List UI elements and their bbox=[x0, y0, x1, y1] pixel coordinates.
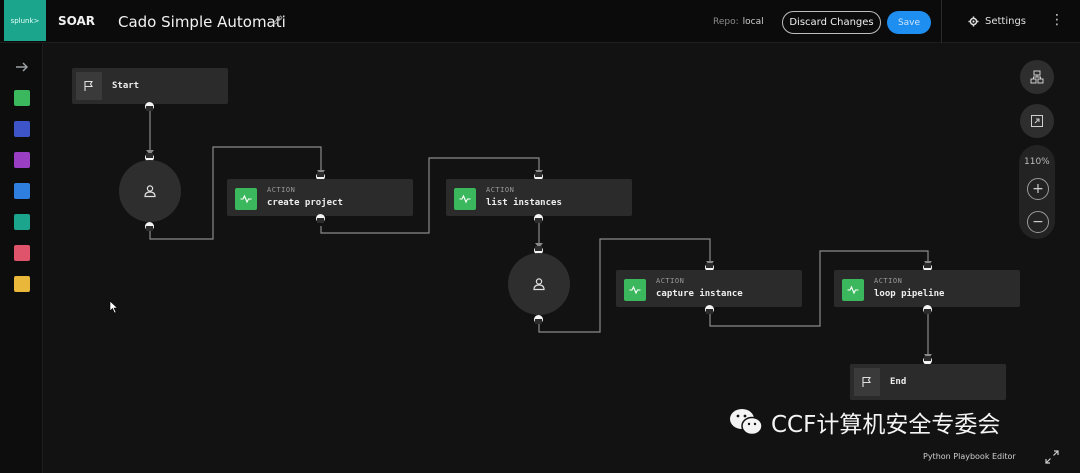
action-tool-icon[interactable] bbox=[14, 90, 30, 106]
start-label: Start bbox=[112, 81, 140, 91]
decision2-output-port[interactable] bbox=[534, 315, 543, 324]
mouse-cursor-icon bbox=[109, 300, 119, 314]
gear-icon bbox=[968, 16, 979, 27]
action-icon bbox=[842, 279, 864, 301]
playbook-title[interactable]: Cado Simple Automati bbox=[118, 13, 286, 31]
action-node-capture-instance[interactable]: ACTION capture instance bbox=[616, 270, 802, 307]
node-type-label: ACTION bbox=[486, 186, 515, 194]
node-type-label: ACTION bbox=[874, 277, 903, 285]
utility-tool-icon[interactable] bbox=[14, 152, 30, 168]
node-label: loop pipeline bbox=[874, 289, 945, 299]
editor-type-label: Python Playbook Editor bbox=[923, 452, 1016, 461]
prompt-tool-icon[interactable] bbox=[14, 276, 30, 292]
create-project-output-port[interactable] bbox=[316, 214, 325, 223]
pencil-icon[interactable] bbox=[272, 14, 284, 26]
flag-icon bbox=[854, 368, 880, 396]
decision-tool-icon[interactable] bbox=[14, 214, 30, 230]
watermark: CCF计算机安全专委会 bbox=[729, 405, 1000, 439]
zoom-out-button[interactable]: − bbox=[1027, 211, 1049, 233]
decision-node[interactable] bbox=[119, 160, 181, 222]
repo-label: Repo: bbox=[713, 17, 739, 27]
node-type-label: ACTION bbox=[656, 277, 685, 285]
fit-to-screen-button[interactable] bbox=[1020, 104, 1054, 138]
action-icon bbox=[235, 188, 257, 210]
tool-rail bbox=[0, 43, 43, 473]
more-options-icon[interactable]: ⋮ bbox=[1050, 12, 1064, 28]
zoom-level: 110% bbox=[1024, 157, 1050, 167]
settings-label: Settings bbox=[985, 16, 1027, 27]
start-output-port[interactable] bbox=[145, 102, 154, 111]
splunk-logo[interactable]: splunk> bbox=[4, 0, 46, 41]
end-label: End bbox=[890, 377, 907, 387]
node-type-label: ACTION bbox=[267, 186, 296, 194]
action-icon bbox=[454, 188, 476, 210]
action-icon bbox=[624, 279, 646, 301]
save-button[interactable]: Save bbox=[887, 11, 931, 34]
decision-output-port[interactable] bbox=[145, 222, 154, 231]
action-node-list-instances[interactable]: ACTION list instances bbox=[446, 179, 632, 216]
divider bbox=[941, 0, 942, 43]
auto-layout-button[interactable] bbox=[1020, 60, 1054, 94]
flag-icon bbox=[76, 72, 102, 100]
arrow-right-icon[interactable] bbox=[14, 59, 30, 75]
user-icon bbox=[533, 278, 545, 291]
expand-icon[interactable] bbox=[1045, 450, 1059, 464]
user-icon bbox=[144, 185, 156, 198]
node-label: create project bbox=[267, 198, 343, 208]
action-node-create-project[interactable]: ACTION create project bbox=[227, 179, 413, 216]
discard-changes-button[interactable]: Discard Changes bbox=[782, 11, 881, 34]
layout-icon bbox=[1030, 70, 1044, 84]
node-label: list instances bbox=[486, 198, 562, 208]
logo-text: splunk> bbox=[10, 16, 40, 25]
filter-tool-icon[interactable] bbox=[14, 183, 30, 199]
node-label: capture instance bbox=[656, 289, 743, 299]
repo-indicator: Repo: local bbox=[713, 17, 764, 27]
action-node-loop-pipeline[interactable]: ACTION loop pipeline bbox=[834, 270, 1020, 307]
capture-instance-output-port[interactable] bbox=[705, 305, 714, 314]
playbook-canvas[interactable]: Start ACTION create project ACTION list … bbox=[43, 43, 1080, 473]
fit-icon bbox=[1031, 115, 1043, 127]
format-tool-icon[interactable] bbox=[14, 245, 30, 261]
zoom-in-button[interactable]: + bbox=[1027, 178, 1049, 200]
loop-pipeline-output-port[interactable] bbox=[923, 305, 932, 314]
code-tool-icon[interactable] bbox=[14, 121, 30, 137]
decision-node-2[interactable] bbox=[508, 253, 570, 315]
list-instances-output-port[interactable] bbox=[534, 214, 543, 223]
repo-value: local bbox=[742, 17, 764, 27]
settings-button[interactable]: Settings bbox=[968, 16, 1026, 27]
start-node[interactable]: Start bbox=[72, 68, 228, 104]
top-bar: splunk> SOAR Cado Simple Automati Repo: l… bbox=[0, 0, 1080, 43]
wechat-logo bbox=[730, 409, 763, 436]
watermark-text: CCF计算机安全专委会 bbox=[771, 412, 1001, 438]
end-node[interactable]: End bbox=[850, 364, 1006, 400]
product-name: SOAR bbox=[58, 14, 96, 28]
